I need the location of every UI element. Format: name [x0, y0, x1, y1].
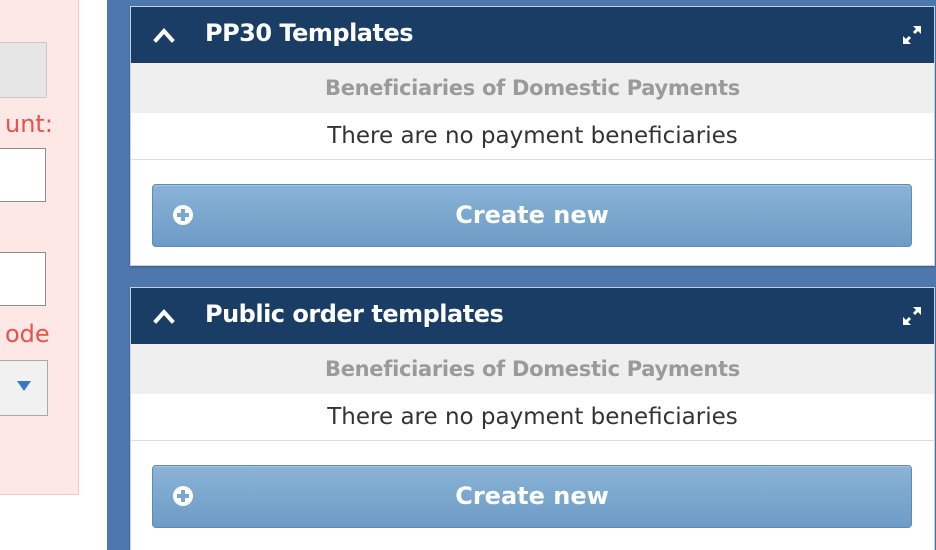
expand-arrows-icon[interactable] — [900, 304, 924, 328]
widget-title: Public order templates — [205, 300, 504, 328]
page: unt: ode PP30 Templates Beneficiaries of… — [0, 0, 936, 550]
widget-subheader: Beneficiaries of Domestic Payments — [131, 344, 934, 394]
create-new-label: Create new — [455, 201, 609, 229]
widget-title: PP30 Templates — [205, 19, 414, 47]
create-new-button[interactable]: Create new — [152, 465, 912, 528]
public-order-templates-widget: Public order templates Beneficiaries of … — [130, 287, 935, 550]
code-label: ode — [5, 320, 50, 348]
empty-message: There are no payment beneficiaries — [131, 394, 934, 441]
empty-message: There are no payment beneficiaries — [131, 113, 934, 160]
form-button[interactable] — [0, 42, 47, 98]
chevron-up-icon[interactable] — [153, 26, 175, 44]
widget-header: PP30 Templates — [131, 7, 934, 63]
left-form-panel: unt: ode — [0, 0, 79, 495]
expand-arrows-icon[interactable] — [900, 23, 924, 47]
widget-subheader: Beneficiaries of Domestic Payments — [131, 63, 934, 113]
pp30-templates-widget: PP30 Templates Beneficiaries of Domestic… — [130, 6, 935, 266]
text-input[interactable] — [0, 252, 46, 306]
caret-down-icon — [17, 381, 31, 391]
plus-circle-icon — [173, 205, 193, 225]
code-select[interactable] — [0, 360, 48, 416]
account-label: unt: — [5, 110, 53, 138]
plus-circle-icon — [173, 486, 193, 506]
create-new-button[interactable]: Create new — [152, 184, 912, 247]
create-new-label: Create new — [455, 482, 609, 510]
account-input[interactable] — [0, 148, 46, 202]
widget-header: Public order templates — [131, 288, 934, 344]
chevron-up-icon[interactable] — [153, 307, 175, 325]
